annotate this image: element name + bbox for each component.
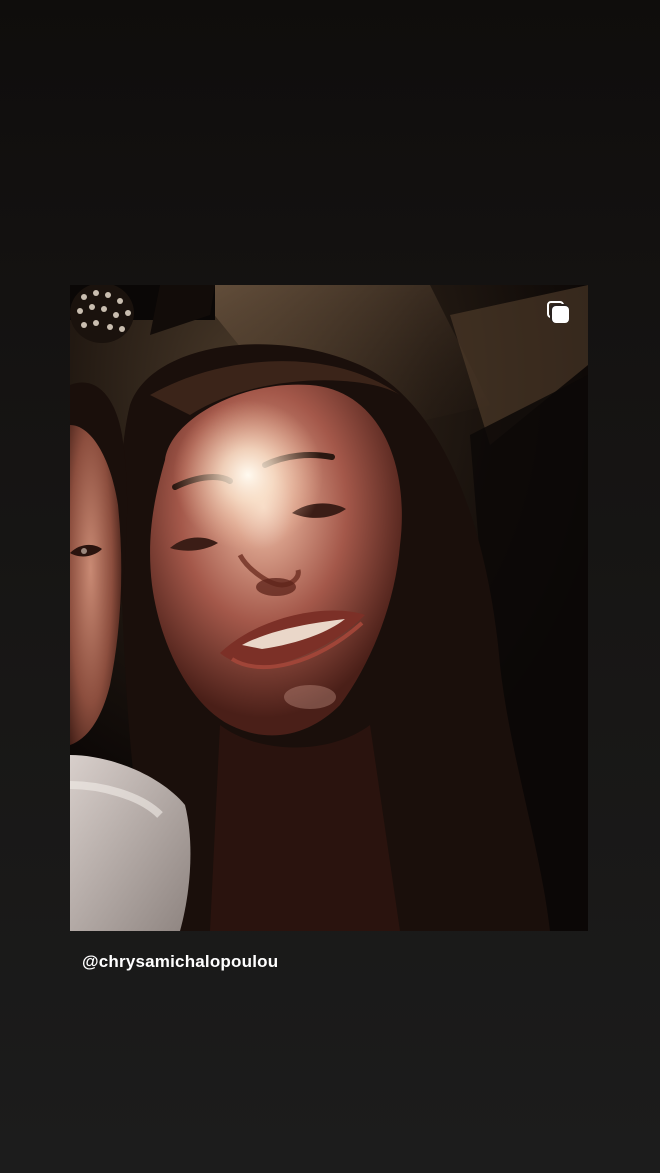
- mention-username-link[interactable]: @chrysamichalopoulou: [82, 952, 278, 972]
- story-viewer[interactable]: @chrysamichalopoulou: [0, 0, 660, 1173]
- multiple-photos-icon[interactable]: [547, 301, 571, 325]
- shared-post-card[interactable]: [70, 285, 588, 931]
- multiple-photos-icon-front: [552, 306, 569, 323]
- post-photo: [70, 285, 588, 931]
